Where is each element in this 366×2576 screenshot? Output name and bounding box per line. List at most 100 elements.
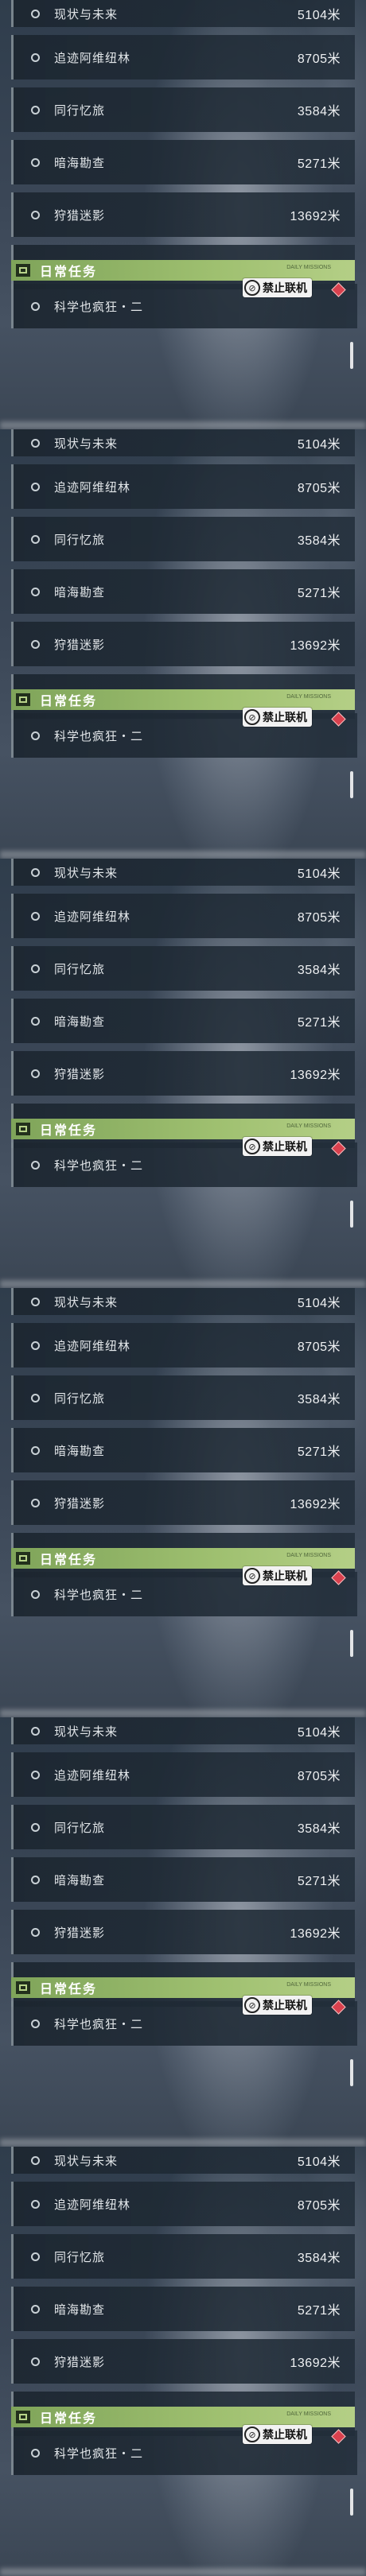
quest-distance: 5104米 bbox=[297, 1726, 341, 1740]
offline-label: 禁止联机 bbox=[263, 1140, 307, 1153]
quest-row[interactable]: 暗海勘查 5271米 bbox=[11, 999, 355, 1043]
offline-badge: ⊘ 禁止联机 bbox=[243, 708, 312, 727]
quest-distance: 5104米 bbox=[297, 2155, 341, 2169]
quest-name: 现状与未来 bbox=[54, 7, 119, 21]
offline-icon: ⊘ bbox=[244, 1997, 260, 2013]
quest-status-icon bbox=[31, 157, 40, 167]
quest-panel-1: 现状与未来 5104米追迹阿维纽林 8705米同行忆旅 3584米暗海勘查 5271米狩… bbox=[0, 0, 366, 429]
quest-distance: 5104米 bbox=[297, 867, 341, 881]
scrollbar[interactable] bbox=[350, 2059, 353, 2086]
quest-distance: 13692米 bbox=[290, 1498, 341, 1511]
quest-name: 狩猎迷影 bbox=[54, 2355, 106, 2369]
quest-status-icon bbox=[31, 2155, 40, 2165]
quest-distance: 13692米 bbox=[290, 1069, 341, 1082]
mission-status-icon bbox=[31, 2019, 40, 2028]
quest-row[interactable]: 同行忆旅 3584米 bbox=[11, 1805, 355, 1849]
quest-row[interactable]: 同行忆旅 3584米 bbox=[11, 87, 355, 132]
daily-mission-name: 科学也疯狂・二 bbox=[54, 2017, 144, 2031]
quest-row[interactable]: 现状与未来 5104米 bbox=[11, 1717, 355, 1744]
quest-status-icon bbox=[31, 1340, 40, 1350]
daily-missions-title: 日常任务 bbox=[40, 1124, 98, 1138]
daily-missions-title: 日常任务 bbox=[40, 2412, 98, 2426]
quest-distance: 5104米 bbox=[297, 438, 341, 452]
quest-row[interactable]: 追迹阿维纽林 8705米 bbox=[11, 464, 355, 509]
quest-distance: 8705米 bbox=[297, 1340, 341, 1354]
quest-name: 追迹阿维纽林 bbox=[54, 2198, 131, 2212]
quest-row[interactable]: 现状与未来 5104米 bbox=[11, 859, 355, 886]
quest-row[interactable]: 追迹阿维纽林 8705米 bbox=[11, 1323, 355, 1368]
daily-mission-name: 科学也疯狂・二 bbox=[54, 2446, 144, 2461]
quest-name: 追迹阿维纽林 bbox=[54, 910, 131, 924]
quest-distance: 13692米 bbox=[290, 1927, 341, 1941]
quest-name: 同行忆旅 bbox=[54, 103, 106, 118]
mission-status-icon bbox=[31, 301, 40, 311]
mission-status-icon bbox=[31, 2448, 40, 2458]
quest-status-icon bbox=[31, 1393, 40, 1402]
quest-status-icon bbox=[31, 587, 40, 596]
offline-label: 禁止联机 bbox=[263, 1999, 307, 2012]
quest-row[interactable]: 追迹阿维纽林 8705米 bbox=[11, 1752, 355, 1797]
mission-book-icon bbox=[16, 264, 30, 277]
quest-name: 现状与未来 bbox=[54, 1724, 119, 1739]
quest-panel-4: 现状与未来 5104米追迹阿维纽林 8705米同行忆旅 3584米 暗海勘查 5271米狩… bbox=[0, 1288, 366, 1717]
quest-row[interactable]: 暗海勘查 5271米 bbox=[11, 569, 355, 614]
quest-status-icon bbox=[31, 1927, 40, 1937]
quest-distance: 13692米 bbox=[290, 639, 341, 653]
quest-row[interactable]: 现状与未来 5104米 bbox=[11, 429, 355, 456]
quest-status-icon bbox=[31, 1822, 40, 1832]
quest-row[interactable]: 狩猎迷影 13692米 bbox=[11, 192, 355, 237]
quest-row[interactable]: 狩猎迷影 13692米 bbox=[11, 1051, 355, 1096]
quest-list: 现状与未来 5104米追迹阿维纽林 8705米同行忆旅 3584米 暗海勘查 5271米狩… bbox=[11, 1288, 355, 1585]
quest-status-icon bbox=[31, 52, 40, 62]
quest-row[interactable]: 暗海勘查 5271米 bbox=[11, 2287, 355, 2331]
offline-badge: ⊘ 禁止联机 bbox=[243, 278, 312, 297]
quest-row[interactable]: 暗海勘查 5271米 bbox=[11, 140, 355, 184]
quest-row[interactable]: 追迹阿维纽林 8705米 bbox=[11, 35, 355, 80]
quest-status-icon bbox=[31, 1297, 40, 1306]
quest-row[interactable]: 狩猎迷影 13692米 bbox=[11, 2339, 355, 2384]
quest-row[interactable]: 现状与未来 5104米 bbox=[11, 1288, 355, 1315]
quest-name: 同行忆旅 bbox=[54, 2250, 106, 2264]
quest-row[interactable]: 同行忆旅 3584米 bbox=[11, 946, 355, 991]
quest-distance: 8705米 bbox=[297, 482, 341, 495]
offline-icon: ⊘ bbox=[244, 2427, 260, 2442]
quest-row[interactable]: 追迹阿维纽林 8705米 bbox=[11, 894, 355, 938]
quest-row[interactable]: 追迹阿维纽林 8705米 bbox=[11, 2182, 355, 2226]
daily-missions-subtitle: DAILY MISSIONS bbox=[286, 1982, 331, 1988]
quest-row[interactable]: 狩猎迷影 13692米 bbox=[11, 1910, 355, 1954]
quest-row[interactable]: 暗海勘查 5271米 bbox=[11, 1428, 355, 1472]
quest-status-icon bbox=[31, 911, 40, 921]
quest-status-icon bbox=[31, 2357, 40, 2366]
quest-row[interactable]: 同行忆旅 3584米 bbox=[11, 2234, 355, 2279]
quest-name: 现状与未来 bbox=[54, 1295, 119, 1309]
quest-distance: 3584米 bbox=[297, 1822, 341, 1836]
scrollbar[interactable] bbox=[350, 2489, 353, 2516]
mission-book-icon bbox=[16, 2411, 30, 2423]
scrollbar[interactable] bbox=[350, 342, 353, 369]
mission-status-icon bbox=[31, 1589, 40, 1599]
quest-name: 追迹阿维纽林 bbox=[54, 51, 131, 65]
daily-missions-title: 日常任务 bbox=[40, 266, 98, 279]
quest-row[interactable]: 同行忆旅 3584米 bbox=[11, 1375, 355, 1420]
quest-row[interactable]: 同行忆旅 3584米 bbox=[11, 517, 355, 561]
quest-distance: 5271米 bbox=[297, 587, 341, 600]
quest-row[interactable]: 现状与未来 5104米 bbox=[11, 2147, 355, 2174]
quest-row[interactable]: 狩猎迷影 13692米 bbox=[11, 622, 355, 666]
offline-label: 禁止联机 bbox=[263, 2428, 307, 2441]
scrollbar[interactable] bbox=[350, 1201, 353, 1228]
scrollbar[interactable] bbox=[350, 1630, 353, 1657]
daily-missions-title: 日常任务 bbox=[40, 1554, 98, 1567]
scrollbar[interactable] bbox=[350, 771, 353, 798]
quest-distance: 8705米 bbox=[297, 52, 341, 66]
quest-row[interactable]: 狩猎迷影 13692米 bbox=[11, 1480, 355, 1525]
quest-name: 追迹阿维纽林 bbox=[54, 1339, 131, 1353]
mission-book-icon bbox=[16, 1123, 30, 1135]
offline-badge: ⊘ 禁止联机 bbox=[243, 1566, 312, 1585]
quest-row[interactable]: 现状与未来 5104米 bbox=[11, 0, 355, 27]
daily-missions-title: 日常任务 bbox=[40, 1983, 98, 1996]
offline-label: 禁止联机 bbox=[263, 281, 307, 294]
offline-icon: ⊘ bbox=[244, 709, 260, 725]
quest-row[interactable]: 暗海勘查 5271米 bbox=[11, 1857, 355, 1902]
quest-distance: 3584米 bbox=[297, 105, 341, 118]
quest-distance: 5271米 bbox=[297, 2304, 341, 2318]
